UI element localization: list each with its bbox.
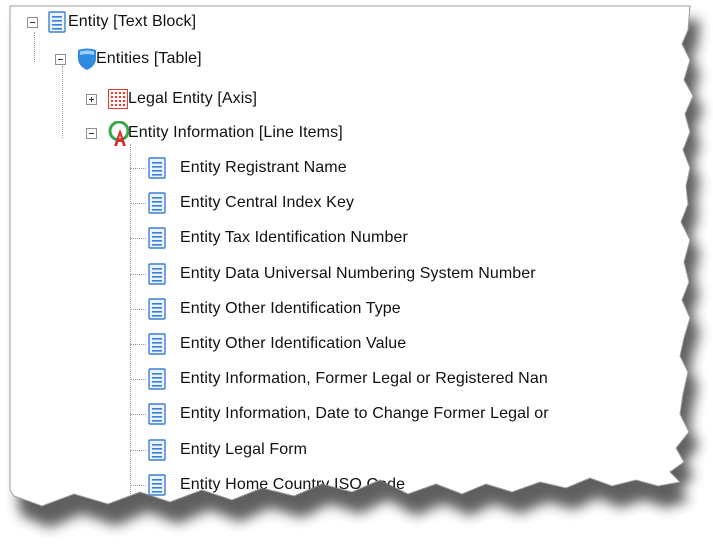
tree-node-label: Entities [Table]	[96, 50, 202, 67]
tree-node[interactable]: Entity Other Identification Value	[180, 328, 406, 360]
table-shield-icon	[76, 47, 98, 76]
tree-connector	[62, 66, 63, 138]
text-block-icon	[148, 439, 166, 466]
text-block-icon	[148, 227, 166, 254]
tree-connector	[130, 414, 146, 415]
tree-node[interactable]: Legal Entity [Axis]	[128, 83, 257, 115]
tree-node-label: Entity Data Universal Numbering System N…	[180, 264, 536, 282]
tree-connector	[130, 144, 131, 524]
tree-node-label: Entity Tax Identification Number	[180, 229, 408, 247]
screenshot-page: Entity [Text Block] Entities [Table] Leg…	[0, 0, 713, 558]
tree-node[interactable]: Entity Legal Form	[180, 434, 307, 466]
expand-node-button[interactable]	[86, 94, 97, 105]
tree-node[interactable]: Entity Information, Former Legal or Regi…	[180, 363, 548, 395]
collapse-node-button[interactable]	[86, 128, 97, 139]
tree-connector	[130, 168, 146, 169]
tree-node-label: Entity Central Index Key	[180, 194, 355, 212]
tree-node[interactable]: Entity Tax Identification Number	[180, 222, 408, 254]
tree-node-label: Entity Information, Date to Change Forme…	[180, 405, 549, 423]
tree-node[interactable]: Entities [Table]	[96, 43, 202, 75]
tree-connector	[34, 32, 35, 62]
tree-node-label: Entity Legal Form	[180, 440, 308, 458]
text-block-icon	[148, 368, 166, 395]
tree-connector	[130, 203, 146, 204]
text-block-icon	[148, 263, 166, 290]
tree-node[interactable]: Entity Data Universal Numbering System N…	[180, 258, 536, 290]
tree-node-label: Entity Other Identification Type	[180, 299, 401, 317]
taxonomy-tree: Entity [Text Block] Entities [Table] Leg…	[0, 0, 713, 558]
tree-node-label: Legal Entity [Axis]	[128, 90, 258, 107]
tree-connector	[130, 238, 146, 239]
tree-node[interactable]: Entity [Text Block]	[68, 6, 196, 38]
text-block-icon	[148, 298, 166, 325]
text-block-icon	[48, 11, 66, 38]
tree-node[interactable]: Entity Information [Line Items]	[128, 117, 343, 149]
tree-node[interactable]: Entity Central Index Key	[180, 187, 354, 219]
tree-connector	[130, 450, 146, 451]
tree-node[interactable]: Entity Information, Date to Change Forme…	[180, 398, 549, 430]
tree-node-label: Entity Registrant Name	[180, 159, 347, 176]
tree-node-label: Entity Information, Former Legal or Regi…	[180, 370, 548, 388]
collapse-node-button[interactable]	[27, 17, 38, 28]
tree-node-label: Entity [Text Block]	[68, 13, 197, 30]
tree-node[interactable]: Entity Other Identification Type	[180, 293, 401, 325]
text-block-icon	[148, 403, 166, 430]
text-block-icon	[148, 192, 166, 219]
collapse-node-button[interactable]	[55, 54, 66, 65]
tree-connector	[130, 485, 146, 486]
tree-connector	[130, 379, 146, 380]
tree-connector	[130, 344, 146, 345]
tree-connector	[130, 309, 146, 310]
tree-node-label: Entity Other Identification Value	[180, 335, 407, 352]
tree-node[interactable]: Entity Registrant Name	[180, 152, 347, 184]
axis-grid-icon	[108, 89, 128, 114]
tree-connector	[130, 274, 146, 275]
text-block-icon	[148, 333, 166, 360]
text-block-icon	[148, 157, 166, 184]
tree-node-label: Entity Information [Line Items]	[128, 124, 343, 141]
